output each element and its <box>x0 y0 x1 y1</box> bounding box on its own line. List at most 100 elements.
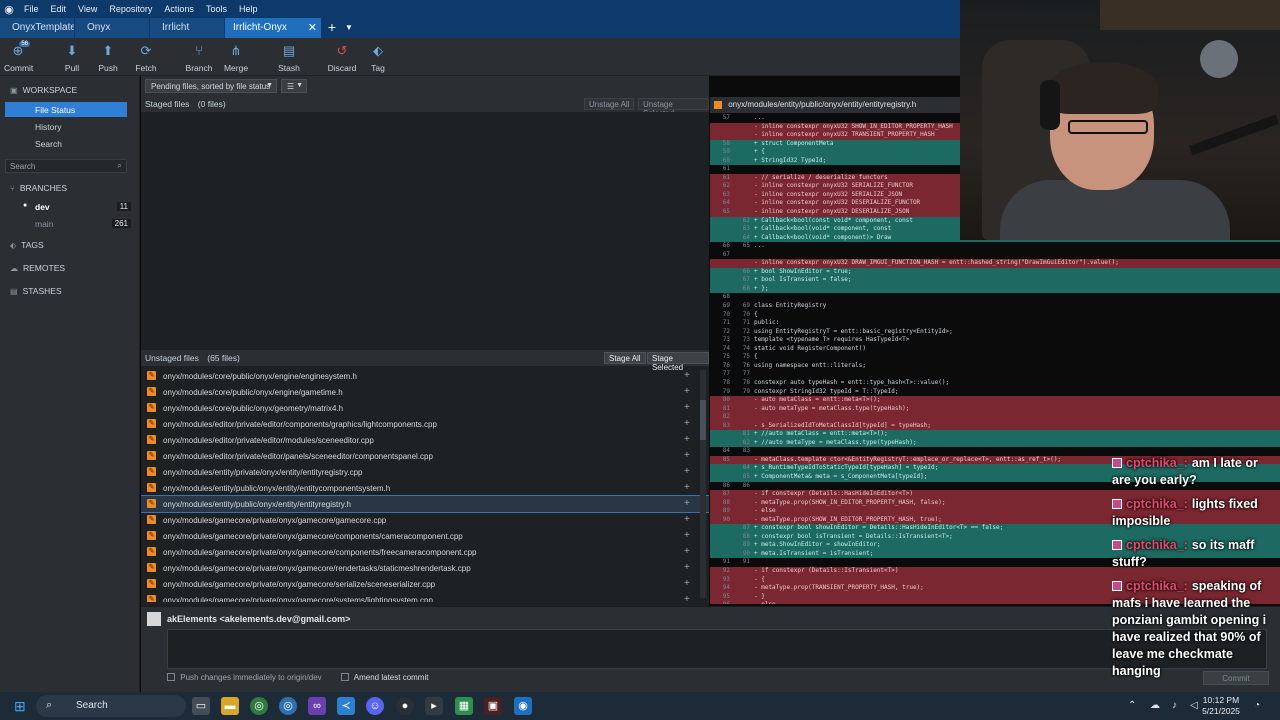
stage-file-plus-icon[interactable]: + <box>684 514 690 525</box>
app-green-icon[interactable]: ▦ <box>455 697 473 715</box>
windows-start-icon[interactable]: ⊞ <box>14 698 26 715</box>
unstage-selected-button[interactable]: Unstage Selected <box>638 98 709 118</box>
view-mode-select[interactable]: ☰ ▼ <box>281 79 307 93</box>
sidebar-search-input[interactable]: Search ⌕ <box>5 159 127 173</box>
stage-file-plus-icon[interactable]: + <box>684 386 690 397</box>
branch-button[interactable]: ⑂ Branch <box>184 41 214 73</box>
discard-button[interactable]: ↺ Discard <box>326 41 358 73</box>
file-row[interactable]: ✎ onyx/modules/gamecore/private/onyx/game… <box>141 592 709 602</box>
notification-bell-icon[interactable]: ◔ <box>1254 700 1260 711</box>
stash-button[interactable]: ▤ Stash <box>276 41 302 73</box>
diff-line-context[interactable]: 76 76 using namespace entt::literals; <box>710 362 1280 371</box>
file-row[interactable]: ✎ onyx/modules/editor/private/editor/comp… <box>141 416 709 432</box>
tags-header[interactable]: ⬖ TAGS <box>10 240 44 250</box>
menu-file[interactable]: File <box>18 4 45 14</box>
close-tab-icon[interactable]: ✕ <box>308 21 317 34</box>
stage-file-plus-icon[interactable]: + <box>684 546 690 557</box>
workspace-header[interactable]: ▣ WORKSPACE <box>10 85 77 95</box>
fetch-button[interactable]: ⟳ Fetch <box>133 41 159 73</box>
stage-file-plus-icon[interactable]: + <box>684 418 690 429</box>
stage-file-plus-icon[interactable]: + <box>684 530 690 541</box>
tab-onyx[interactable]: Onyx <box>75 18 149 38</box>
visual-studio-icon[interactable]: ∞ <box>308 697 326 715</box>
branch-item-dev[interactable]: ● dev <box>23 202 50 212</box>
stage-file-plus-icon[interactable]: + <box>684 450 690 461</box>
diff-line-context[interactable]: 67 <box>710 251 1280 260</box>
tab-irrlicht[interactable]: Irrlicht <box>150 18 224 38</box>
file-row[interactable]: ✎ onyx/modules/entity/public/onyx/entity/… <box>141 480 709 496</box>
menu-actions[interactable]: Actions <box>158 4 200 14</box>
sidebar-item-history[interactable]: History <box>35 122 61 132</box>
new-tab-plus-icon[interactable]: + <box>322 18 342 38</box>
stashes-header[interactable]: ▤ STASHES <box>10 286 62 296</box>
unstage-all-button[interactable]: Unstage All <box>584 98 635 110</box>
diff-line-added[interactable]: 81 + //auto metaClass = entt::meta<T>(); <box>710 430 1280 439</box>
diff-line-removed[interactable]: - inline constexpr onyxU32 DRAW_IMGUI_FU… <box>710 259 1280 268</box>
diff-line-added[interactable]: 67 + bool IsTransient = false; <box>710 276 1280 285</box>
file-row[interactable]: ✎ onyx/modules/core/public/onyx/engine/en… <box>141 368 709 384</box>
pull-button[interactable]: ⬇ Pull <box>60 41 84 73</box>
push-immediately-checkbox[interactable]: Push changes immediately to origin/dev <box>167 673 322 682</box>
app-media-icon[interactable]: ▣ <box>484 697 502 715</box>
diff-line-added[interactable]: 66 + bool ShowInEditor = true; <box>710 267 1280 277</box>
tray-chevron-up-icon[interactable]: ⌃ <box>1128 700 1136 711</box>
stage-file-plus-icon[interactable]: + <box>684 594 690 602</box>
stage-file-plus-icon[interactable]: + <box>684 498 690 509</box>
diff-line-removed[interactable]: 82 <box>710 413 1280 422</box>
diff-line-added[interactable]: 68 + }; <box>710 284 1280 294</box>
remotes-header[interactable]: ☁ REMOTES <box>10 263 65 273</box>
push-button[interactable]: ⬆ Push <box>96 41 120 73</box>
scrollbar-thumb[interactable] <box>700 400 706 440</box>
branches-header[interactable]: ⑂ BRANCHES <box>10 183 67 193</box>
file-row[interactable]: ✎ onyx/modules/core/public/onyx/engine/ga… <box>141 384 709 400</box>
file-row[interactable]: ✎ onyx/modules/entity/public/onyx/entity/… <box>141 495 709 513</box>
menu-repository[interactable]: Repository <box>103 4 158 14</box>
sidebar-item-search[interactable]: Search <box>35 139 62 149</box>
vscode-icon[interactable]: ≺ <box>337 697 355 715</box>
diff-line-context[interactable]: 75 75 { <box>710 353 1280 362</box>
file-filter-select[interactable]: Pending files, sorted by file status ▼ <box>145 79 277 93</box>
diff-line-removed[interactable]: 83 - s_SerializedIdToMetaClassId[typeId] … <box>710 421 1280 431</box>
commit-message-input[interactable] <box>167 629 1267 669</box>
taskbar-search[interactable]: ⌕ Search <box>36 695 186 717</box>
amend-checkbox[interactable]: Amend latest commit <box>341 673 428 682</box>
taskbar-clock[interactable]: 10:12 PM 5/21/2025 <box>1196 695 1246 717</box>
diff-line-context[interactable]: 70 70 { <box>710 311 1280 320</box>
file-row[interactable]: ✎ onyx/modules/gamecore/private/onyx/game… <box>141 544 709 560</box>
stage-selected-button[interactable]: Stage Selected <box>647 352 709 372</box>
file-row[interactable]: ✎ onyx/modules/entity/private/onyx/entity… <box>141 464 709 480</box>
file-list-scrollbar[interactable] <box>700 370 706 598</box>
stage-file-plus-icon[interactable]: + <box>684 434 690 445</box>
diff-line-context[interactable]: 79 79 constexpr StringId32 typeId = T::Ty… <box>710 388 1280 397</box>
diff-line-context[interactable]: 73 73 template <typename T> requires HasT… <box>710 336 1280 345</box>
menu-help[interactable]: Help <box>233 4 264 14</box>
terminal-icon[interactable]: ▸ <box>425 697 443 715</box>
diff-line-context[interactable]: 74 74 static void RegisterComponent() <box>710 345 1280 354</box>
diff-line-context[interactable]: 68 <box>710 293 1280 302</box>
stage-file-plus-icon[interactable]: + <box>684 402 690 413</box>
commit-button[interactable]: ⊕ 56 Commit <box>4 41 33 73</box>
diff-line-context[interactable]: 72 72 using EntityRegistryT = entt::basic… <box>710 328 1280 337</box>
chrome-icon[interactable]: ◎ <box>250 697 268 715</box>
diff-line-context[interactable]: 66 65... <box>710 242 1280 251</box>
stage-file-plus-icon[interactable]: + <box>684 370 690 381</box>
file-explorer-icon[interactable]: ▬ <box>221 697 239 715</box>
sourcetree-taskbar-icon[interactable]: ◉ <box>514 697 532 715</box>
tray-microphone-icon[interactable]: ♪ <box>1172 700 1177 711</box>
diff-line-context[interactable]: 78 78 constexpr auto typeHash = entt::typ… <box>710 379 1280 388</box>
menu-view[interactable]: View <box>72 4 103 14</box>
sidebar-item-file-status[interactable]: File Status <box>5 102 127 117</box>
diff-line-added[interactable]: 82 + //auto metaType = metaClass.type(typ… <box>710 438 1280 448</box>
diff-line-context[interactable]: 69 69 class EntityRegistry <box>710 302 1280 311</box>
stage-all-button[interactable]: Stage All <box>604 352 646 364</box>
chrome-profile-icon[interactable]: ◎ <box>279 697 297 715</box>
file-row[interactable]: ✎ onyx/modules/editor/private/editor/pane… <box>141 448 709 464</box>
stage-file-plus-icon[interactable]: + <box>684 562 690 573</box>
stage-file-plus-icon[interactable]: + <box>684 466 690 477</box>
merge-button[interactable]: ⋔ Merge <box>221 41 251 73</box>
stage-file-plus-icon[interactable]: + <box>684 482 690 493</box>
file-row[interactable]: ✎ onyx/modules/core/public/onyx/geometry/… <box>141 400 709 416</box>
diff-line-context[interactable]: 71 71 public: <box>710 319 1280 328</box>
tray-cloud-icon[interactable]: ☁ <box>1150 700 1160 711</box>
github-icon[interactable]: ● <box>396 697 414 715</box>
